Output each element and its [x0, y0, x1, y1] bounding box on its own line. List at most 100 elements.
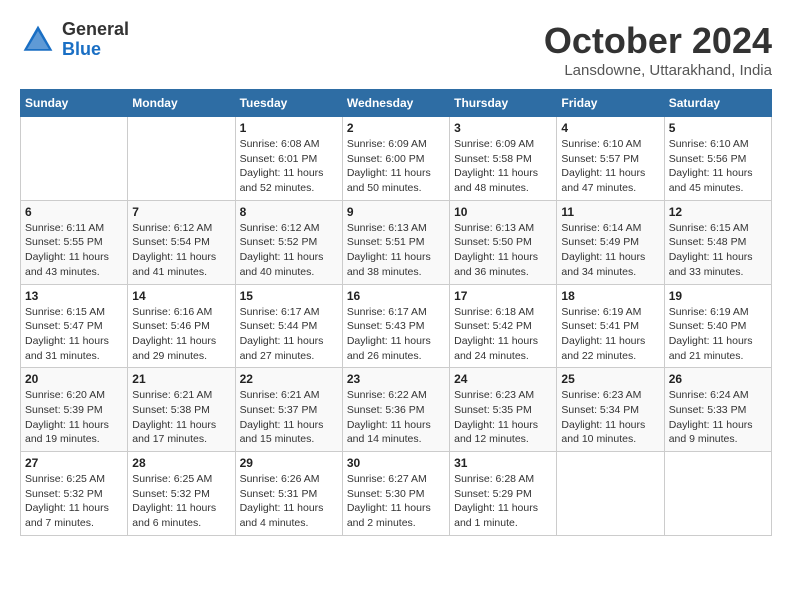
calendar-cell: 6 Sunrise: 6:11 AM Sunset: 5:55 PM Daylig… — [21, 200, 128, 284]
calendar-cell: 7Sunrise: 6:12 AM Sunset: 5:54 PM Daylig… — [128, 200, 235, 284]
day-info: Sunrise: 6:25 AM Sunset: 5:32 PM Dayligh… — [25, 472, 123, 531]
day-number: 12 — [669, 205, 767, 219]
day-number: 31 — [454, 456, 552, 470]
day-number: 19 — [669, 289, 767, 303]
calendar-cell: 26Sunrise: 6:24 AM Sunset: 5:33 PM Dayli… — [664, 368, 771, 452]
day-info: Sunrise: 6:13 AM Sunset: 5:50 PM Dayligh… — [454, 221, 552, 280]
day-number: 4 — [561, 121, 659, 135]
day-info: Sunrise: 6:19 AM Sunset: 5:40 PM Dayligh… — [669, 305, 767, 364]
day-number: 5 — [669, 121, 767, 135]
page-header: General Blue October 2024 Lansdowne, Utt… — [20, 20, 772, 79]
weekday-header: Monday — [128, 90, 235, 117]
day-info: Sunrise: 6:11 AM Sunset: 5:55 PM Dayligh… — [25, 221, 123, 280]
weekday-header: Friday — [557, 90, 664, 117]
calendar-cell: 14 Sunrise: 6:16 AM Sunset: 5:46 PM Dayli… — [128, 284, 235, 368]
calendar-cell: 12 Sunrise: 6:15 AM Sunset: 5:48 PM Dayli… — [664, 200, 771, 284]
day-info: Sunrise: 6:12 AM Sunset: 5:54 PM Dayligh… — [132, 221, 230, 280]
day-info: Sunrise: 6:21 AM Sunset: 5:37 PM Dayligh… — [240, 388, 338, 447]
calendar-cell: 25 Sunrise: 6:23 AM Sunset: 5:34 PM Dayli… — [557, 368, 664, 452]
logo-blue: Blue — [62, 40, 129, 60]
calendar-cell: 11 Sunrise: 6:14 AM Sunset: 5:49 PM Dayli… — [557, 200, 664, 284]
logo-text: General Blue — [62, 20, 129, 60]
day-info: Sunrise: 6:08 AM Sunset: 6:01 PM Dayligh… — [240, 137, 338, 196]
day-info: Sunrise: 6:17 AM Sunset: 5:44 PM Dayligh… — [240, 305, 338, 364]
day-number: 11 — [561, 205, 659, 219]
day-info: Sunrise: 6:15 AM Sunset: 5:47 PM Dayligh… — [25, 305, 123, 364]
calendar-cell: 2 Sunrise: 6:09 AM Sunset: 6:00 PM Daylig… — [342, 117, 449, 201]
calendar-cell: 5Sunrise: 6:10 AM Sunset: 5:56 PM Daylig… — [664, 117, 771, 201]
day-number: 6 — [25, 205, 123, 219]
day-number: 28 — [132, 456, 230, 470]
calendar-cell: 21 Sunrise: 6:21 AM Sunset: 5:38 PM Dayli… — [128, 368, 235, 452]
day-number: 24 — [454, 372, 552, 386]
calendar-week-row: 20 Sunrise: 6:20 AM Sunset: 5:39 PM Dayli… — [21, 368, 772, 452]
day-info: Sunrise: 6:28 AM Sunset: 5:29 PM Dayligh… — [454, 472, 552, 531]
day-info: Sunrise: 6:21 AM Sunset: 5:38 PM Dayligh… — [132, 388, 230, 447]
calendar-cell: 4 Sunrise: 6:10 AM Sunset: 5:57 PM Daylig… — [557, 117, 664, 201]
calendar-cell: 22 Sunrise: 6:21 AM Sunset: 5:37 PM Dayli… — [235, 368, 342, 452]
calendar-cell: 1 Sunrise: 6:08 AM Sunset: 6:01 PM Daylig… — [235, 117, 342, 201]
day-info: Sunrise: 6:25 AM Sunset: 5:32 PM Dayligh… — [132, 472, 230, 531]
calendar-cell: 9 Sunrise: 6:13 AM Sunset: 5:51 PM Daylig… — [342, 200, 449, 284]
calendar-week-row: 6 Sunrise: 6:11 AM Sunset: 5:55 PM Daylig… — [21, 200, 772, 284]
calendar-week-row: 13 Sunrise: 6:15 AM Sunset: 5:47 PM Dayli… — [21, 284, 772, 368]
day-info: Sunrise: 6:20 AM Sunset: 5:39 PM Dayligh… — [25, 388, 123, 447]
day-number: 16 — [347, 289, 445, 303]
day-number: 9 — [347, 205, 445, 219]
day-info: Sunrise: 6:26 AM Sunset: 5:31 PM Dayligh… — [240, 472, 338, 531]
day-number: 17 — [454, 289, 552, 303]
day-info: Sunrise: 6:22 AM Sunset: 5:36 PM Dayligh… — [347, 388, 445, 447]
weekday-header: Saturday — [664, 90, 771, 117]
day-number: 30 — [347, 456, 445, 470]
day-info: Sunrise: 6:17 AM Sunset: 5:43 PM Dayligh… — [347, 305, 445, 364]
weekday-header-row: SundayMondayTuesdayWednesdayThursdayFrid… — [21, 90, 772, 117]
day-info: Sunrise: 6:13 AM Sunset: 5:51 PM Dayligh… — [347, 221, 445, 280]
calendar-cell: 3Sunrise: 6:09 AM Sunset: 5:58 PM Daylig… — [450, 117, 557, 201]
day-number: 27 — [25, 456, 123, 470]
day-info: Sunrise: 6:18 AM Sunset: 5:42 PM Dayligh… — [454, 305, 552, 364]
calendar-cell: 24Sunrise: 6:23 AM Sunset: 5:35 PM Dayli… — [450, 368, 557, 452]
day-number: 25 — [561, 372, 659, 386]
title-area: October 2024 Lansdowne, Uttarakhand, Ind… — [544, 20, 772, 79]
day-info: Sunrise: 6:12 AM Sunset: 5:52 PM Dayligh… — [240, 221, 338, 280]
day-number: 22 — [240, 372, 338, 386]
day-number: 15 — [240, 289, 338, 303]
day-number: 29 — [240, 456, 338, 470]
day-number: 14 — [132, 289, 230, 303]
logo-icon — [20, 22, 56, 58]
day-info: Sunrise: 6:15 AM Sunset: 5:48 PM Dayligh… — [669, 221, 767, 280]
day-number: 21 — [132, 372, 230, 386]
calendar-cell: 31 Sunrise: 6:28 AM Sunset: 5:29 PM Dayli… — [450, 452, 557, 536]
calendar-cell: 29 Sunrise: 6:26 AM Sunset: 5:31 PM Dayli… — [235, 452, 342, 536]
day-number: 2 — [347, 121, 445, 135]
day-number: 1 — [240, 121, 338, 135]
day-info: Sunrise: 6:14 AM Sunset: 5:49 PM Dayligh… — [561, 221, 659, 280]
calendar-cell: 15 Sunrise: 6:17 AM Sunset: 5:44 PM Dayli… — [235, 284, 342, 368]
calendar-cell: 8 Sunrise: 6:12 AM Sunset: 5:52 PM Daylig… — [235, 200, 342, 284]
day-info: Sunrise: 6:10 AM Sunset: 5:57 PM Dayligh… — [561, 137, 659, 196]
day-info: Sunrise: 6:09 AM Sunset: 5:58 PM Dayligh… — [454, 137, 552, 196]
calendar-cell: 28 Sunrise: 6:25 AM Sunset: 5:32 PM Dayli… — [128, 452, 235, 536]
day-info: Sunrise: 6:16 AM Sunset: 5:46 PM Dayligh… — [132, 305, 230, 364]
calendar-cell: 17 Sunrise: 6:18 AM Sunset: 5:42 PM Dayli… — [450, 284, 557, 368]
day-info: Sunrise: 6:19 AM Sunset: 5:41 PM Dayligh… — [561, 305, 659, 364]
day-number: 26 — [669, 372, 767, 386]
calendar-cell — [557, 452, 664, 536]
day-info: Sunrise: 6:09 AM Sunset: 6:00 PM Dayligh… — [347, 137, 445, 196]
calendar-cell: 23Sunrise: 6:22 AM Sunset: 5:36 PM Dayli… — [342, 368, 449, 452]
logo: General Blue — [20, 20, 129, 60]
calendar-cell: 16 Sunrise: 6:17 AM Sunset: 5:43 PM Dayli… — [342, 284, 449, 368]
weekday-header: Tuesday — [235, 90, 342, 117]
day-number: 13 — [25, 289, 123, 303]
day-number: 8 — [240, 205, 338, 219]
weekday-header: Sunday — [21, 90, 128, 117]
day-number: 10 — [454, 205, 552, 219]
weekday-header: Wednesday — [342, 90, 449, 117]
calendar-cell: 18 Sunrise: 6:19 AM Sunset: 5:41 PM Dayli… — [557, 284, 664, 368]
day-number: 18 — [561, 289, 659, 303]
day-number: 20 — [25, 372, 123, 386]
location: Lansdowne, Uttarakhand, India — [544, 62, 772, 79]
day-info: Sunrise: 6:23 AM Sunset: 5:34 PM Dayligh… — [561, 388, 659, 447]
calendar-table: SundayMondayTuesdayWednesdayThursdayFrid… — [20, 89, 772, 536]
calendar-cell: 10 Sunrise: 6:13 AM Sunset: 5:50 PM Dayli… — [450, 200, 557, 284]
